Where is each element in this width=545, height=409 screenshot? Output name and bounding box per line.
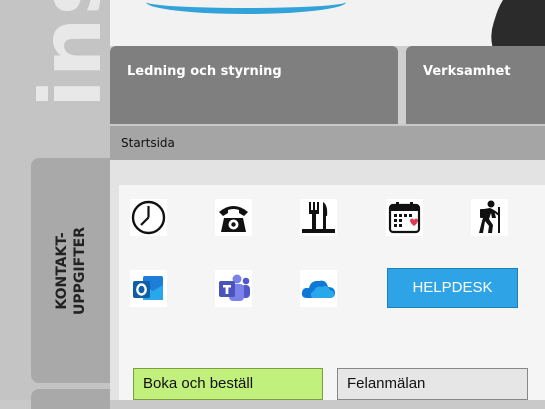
calendar-icon[interactable] [386, 199, 423, 236]
watermark-text: ins [22, 0, 114, 108]
shortcut-panel: HELPDESK Boka och beställ Felanmälan [119, 185, 545, 400]
banner-photo [483, 0, 545, 46]
content-area: HELPDESK Boka och beställ Felanmälan [110, 160, 545, 400]
hiker-icon[interactable] [471, 199, 508, 236]
tab-bar: Ledning och styrning Verksamhet [110, 46, 545, 124]
tab-verksamhet[interactable]: Verksamhet [406, 46, 545, 124]
outlook-icon[interactable] [130, 270, 167, 307]
tab-ledning-och-styrning[interactable]: Ledning och styrning [110, 46, 398, 124]
clock-icon[interactable] [130, 199, 167, 236]
side-tab-secondary[interactable] [31, 389, 110, 409]
side-tab-label: KONTAKT- UPPGIFTER [53, 226, 89, 314]
helpdesk-button[interactable]: HELPDESK [387, 268, 518, 308]
logo-arc [146, 0, 346, 14]
telephone-icon[interactable] [215, 199, 252, 236]
breadcrumb-label[interactable]: Startsida [121, 136, 175, 150]
top-banner [110, 0, 545, 46]
teams-icon[interactable] [215, 270, 252, 307]
side-tab-label-line1: KONTAKT- [53, 231, 70, 310]
restaurant-icon[interactable] [300, 199, 337, 236]
breadcrumb: Startsida [110, 126, 545, 160]
onedrive-icon[interactable] [300, 270, 337, 307]
side-tab-kontaktuppgifter[interactable]: KONTAKT- UPPGIFTER [31, 158, 110, 383]
side-tab-label-line2: UPPGIFTER [71, 226, 88, 315]
felanmalan-button[interactable]: Felanmälan [337, 368, 528, 400]
watermark: ins [0, 0, 114, 120]
boka-och-bestall-button[interactable]: Boka och beställ [133, 368, 323, 400]
